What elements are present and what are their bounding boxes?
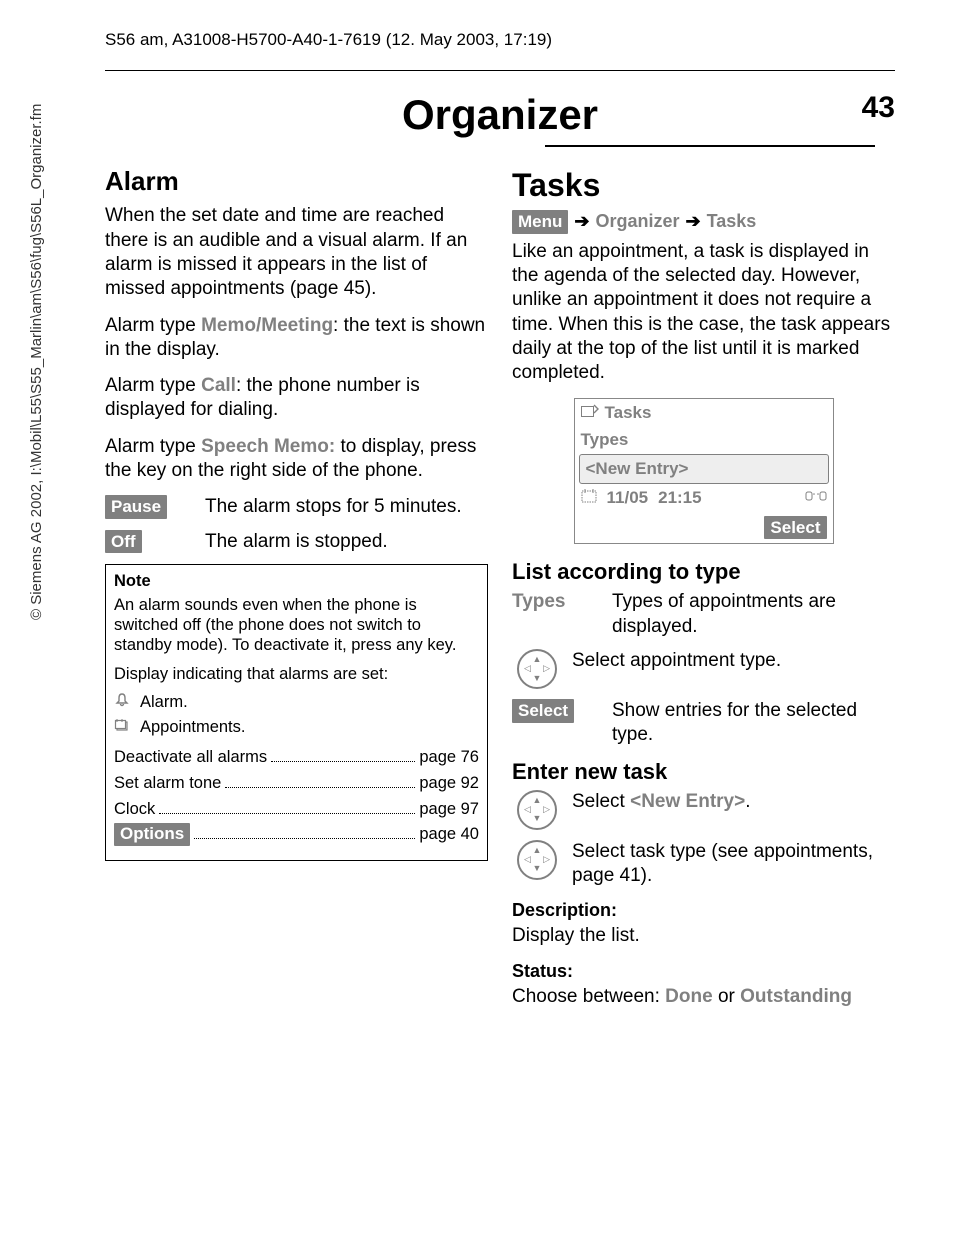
nav-organizer: Organizer	[595, 210, 679, 233]
screen-types-row: Types	[575, 426, 833, 454]
bell-icon	[114, 692, 130, 713]
select-type-desc: Select task type (see appointments, page…	[572, 840, 895, 889]
nav-select-desc: Select appointment type.	[572, 649, 781, 689]
ref-set-tone: Set alarm tone page 92	[114, 772, 479, 794]
screen-new-entry-row[interactable]: <New Entry>	[579, 454, 829, 484]
arrow-icon: ➔	[574, 210, 589, 233]
ref-options: Options page 40	[114, 823, 479, 846]
chapter-underline	[545, 145, 875, 147]
pause-softkey[interactable]: Pause	[105, 495, 167, 519]
pause-row: Pause The alarm stops for 5 minutes.	[105, 495, 488, 519]
note-title: Note	[114, 571, 479, 591]
document-header: S56 am, A31008-H5700-A40-1-7619 (12. May…	[105, 30, 895, 50]
menu-softkey[interactable]: Menu	[512, 210, 568, 234]
tasks-para: Like an appointment, a task is displayed…	[512, 240, 895, 386]
chapter-heading-row: Organizer 43	[105, 91, 895, 139]
ref-page: page 40	[419, 824, 479, 844]
chapter-title: Organizer	[402, 91, 598, 139]
text: Choose between:	[512, 986, 665, 1007]
types-row: Types Types of appointments are displaye…	[512, 590, 895, 639]
types-key: Types	[512, 590, 602, 639]
phone-screen-mockup: Tasks Types <New Entry> 11/05 21:15 Sele…	[574, 398, 834, 545]
screen-datetime-row: 11/05 21:15	[575, 484, 833, 512]
dots	[271, 746, 415, 763]
ref-label: Set alarm tone	[114, 773, 221, 793]
ref-page: page 97	[419, 799, 479, 819]
enter-new-task-heading: Enter new task	[512, 758, 895, 786]
note-p2: Display indicating that alarms are set:	[114, 664, 479, 684]
header-rule	[105, 70, 895, 71]
ref-label: Clock	[114, 799, 155, 819]
tasks-heading: Tasks	[512, 165, 895, 206]
calendar-icon	[581, 487, 597, 509]
new-entry-label: <New Entry>	[630, 791, 745, 812]
alarm-type-memo: Alarm type Memo/Meeting: the text is sho…	[105, 314, 488, 363]
memo-label: Memo/Meeting	[201, 315, 333, 336]
dots	[225, 772, 415, 789]
nav-tasks-label: Tasks	[707, 210, 757, 233]
select-type-row: ◁▷ Select task type (see appointments, p…	[512, 840, 895, 889]
ref-page: page 92	[419, 773, 479, 793]
dots	[159, 797, 415, 814]
status-heading: Status:	[512, 960, 895, 983]
text: Select	[572, 791, 630, 812]
screen-title: Tasks	[605, 402, 652, 424]
status-outstanding: Outstanding	[740, 986, 852, 1007]
status-text: Choose between: Done or Outstanding	[512, 985, 895, 1009]
list-by-type-heading: List according to type	[512, 558, 895, 586]
arrow-icon: ➔	[686, 210, 701, 233]
off-softkey[interactable]: Off	[105, 530, 142, 554]
speech-label: Speech Memo:	[201, 436, 335, 457]
text: .	[745, 791, 750, 812]
status-done: Done	[665, 986, 713, 1007]
appts-indicator-label: Appointments.	[140, 717, 245, 737]
text: Alarm type	[105, 436, 201, 457]
copyright-sidebar: © Siemens AG 2002, I:\Mobil\L55\S55_Marl…	[28, 104, 45, 620]
select-softkey[interactable]: Select	[512, 699, 574, 723]
alarm-intro: When the set date and time are reached t…	[105, 204, 488, 301]
dots	[194, 823, 415, 840]
alarm-heading: Alarm	[105, 165, 488, 198]
note-p1: An alarm sounds even when the phone is s…	[114, 595, 479, 655]
alarm-type-call: Alarm type Call: the phone number is dis…	[105, 374, 488, 423]
select-row: Select Show entries for the selected typ…	[512, 699, 895, 748]
pause-desc: The alarm stops for 5 minutes.	[205, 495, 462, 519]
description-text: Display the list.	[512, 924, 895, 948]
ref-clock: Clock page 97	[114, 797, 479, 819]
text: or	[713, 986, 740, 1007]
ref-deactivate: Deactivate all alarms page 76	[114, 746, 479, 768]
text: Alarm type	[105, 315, 201, 336]
screen-time: 21:15	[658, 487, 701, 509]
options-softkey[interactable]: Options	[114, 823, 190, 846]
nav-key-icon[interactable]: ◁▷	[517, 790, 557, 830]
edit-icon	[581, 402, 599, 424]
text: Alarm type	[105, 375, 201, 396]
description-heading: Description:	[512, 899, 895, 922]
screen-select-softkey[interactable]: Select	[764, 516, 826, 540]
nav-key-icon[interactable]: ◁▷	[517, 649, 557, 689]
ref-label: Deactivate all alarms	[114, 747, 267, 767]
call-label: Call	[201, 375, 236, 396]
left-column: Alarm When the set date and time are rea…	[105, 165, 488, 1021]
menu-path: Menu ➔ Organizer ➔ Tasks	[512, 210, 895, 234]
calendar-stack-icon	[114, 717, 130, 738]
page-content: S56 am, A31008-H5700-A40-1-7619 (12. May…	[105, 30, 895, 1021]
off-desc: The alarm is stopped.	[205, 530, 388, 554]
select-desc: Show entries for the selected type.	[612, 699, 895, 748]
link-icon	[805, 487, 827, 509]
alarm-indicator-label: Alarm.	[140, 692, 188, 712]
ref-page: page 76	[419, 747, 479, 767]
page-number: 43	[862, 91, 895, 125]
off-row: Off The alarm is stopped.	[105, 530, 488, 554]
right-column: Tasks Menu ➔ Organizer ➔ Tasks Like an a…	[512, 165, 895, 1021]
alarm-type-speech: Alarm type Speech Memo: to display, pres…	[105, 435, 488, 484]
nav-select-row: ◁▷ Select appointment type.	[512, 649, 895, 689]
types-desc: Types of appointments are displayed.	[612, 590, 895, 639]
new-entry-desc: Select <New Entry>.	[572, 790, 750, 830]
screen-date: 11/05	[607, 487, 649, 509]
nav-key-icon[interactable]: ◁▷	[517, 840, 557, 880]
note-box: Note An alarm sounds even when the phone…	[105, 564, 488, 861]
new-entry-nav-row: ◁▷ Select <New Entry>.	[512, 790, 895, 830]
